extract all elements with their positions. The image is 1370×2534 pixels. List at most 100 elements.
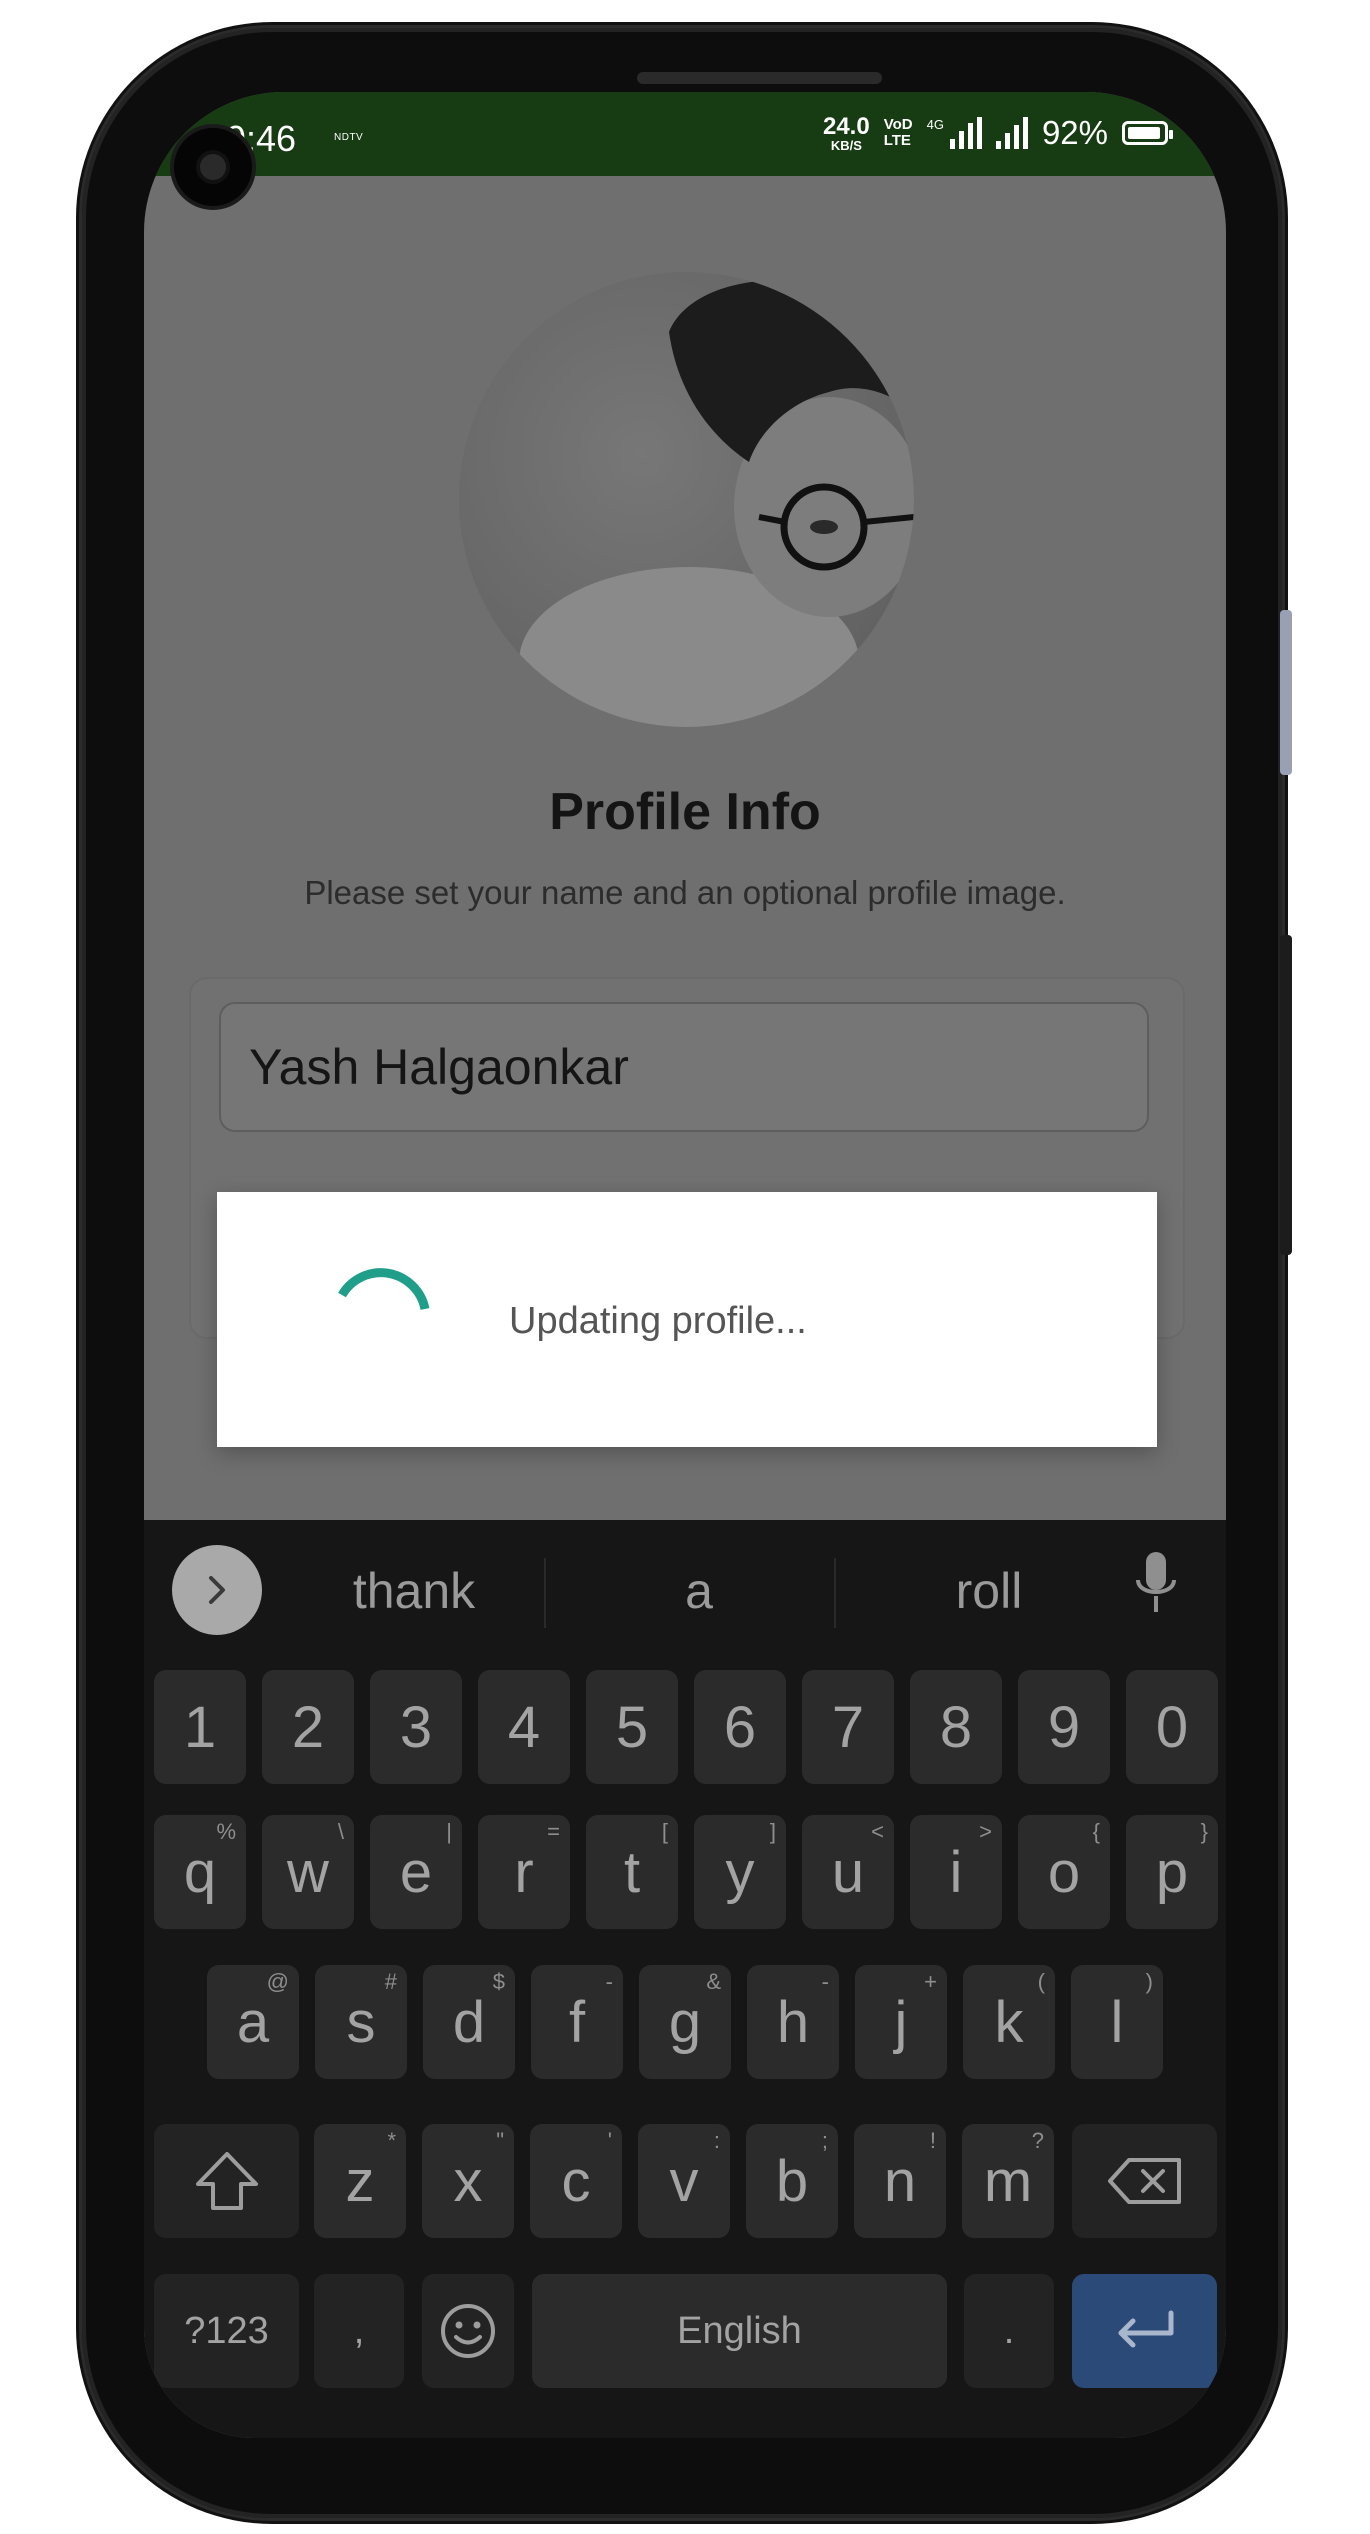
key-u[interactable]: u <: [802, 1815, 894, 1929]
key-label: 4: [507, 1694, 541, 1760]
key-hint: [: [661, 1819, 668, 1844]
key-j[interactable]: j +: [855, 1965, 947, 2079]
key-6[interactable]: 6: [694, 1670, 786, 1784]
key-hint: #: [384, 1969, 397, 1994]
key-label: 1: [183, 1694, 217, 1760]
key-label: i: [949, 1839, 963, 1905]
key-0[interactable]: 0: [1126, 1670, 1218, 1784]
suggestion-2[interactable]: a: [574, 1562, 824, 1620]
key-m[interactable]: m?: [962, 2124, 1054, 2238]
key-t[interactable]: t[: [586, 1815, 678, 1929]
key-x[interactable]: x ": [422, 2124, 514, 2238]
key-hint: =: [547, 1819, 560, 1844]
key-p[interactable]: p}: [1126, 1815, 1218, 1929]
key-n[interactable]: n!: [854, 2124, 946, 2238]
space-key[interactable]: English: [532, 2274, 947, 2388]
symbols-key[interactable]: ?123: [154, 2274, 299, 2388]
backspace-icon: [1107, 2158, 1181, 2204]
key-hint: *: [387, 2128, 396, 2153]
key-label: a: [236, 1989, 270, 2055]
key-hint: ?: [1031, 2128, 1044, 2153]
key-l[interactable]: l): [1071, 1965, 1163, 2079]
key-label: b: [775, 2148, 809, 2214]
key-d[interactable]: d $: [423, 1965, 515, 2079]
key-g[interactable]: g &: [639, 1965, 731, 2079]
shift-key[interactable]: [154, 2124, 299, 2238]
key-label: 3: [399, 1694, 433, 1760]
expand-toolbar-button[interactable]: [172, 1545, 262, 1635]
key-f[interactable]: f-: [531, 1965, 623, 2079]
emoji-key[interactable]: [422, 2274, 514, 2388]
key-4[interactable]: 4: [478, 1670, 570, 1784]
key-q[interactable]: q%: [154, 1815, 246, 1929]
name-input[interactable]: [221, 1004, 1147, 1130]
key-hint: <: [871, 1819, 884, 1844]
key-hint: ': [607, 2128, 612, 2153]
key-label: g: [668, 1989, 702, 2055]
profile-avatar[interactable]: [459, 272, 914, 727]
front-camera: [174, 128, 252, 206]
key-hint: :: [713, 2128, 720, 2153]
key-label: o: [1047, 1839, 1081, 1905]
key-5[interactable]: 5: [586, 1670, 678, 1784]
suggestion-bar: thank a roll: [144, 1520, 1226, 1665]
key-hint: }: [1200, 1819, 1208, 1844]
key-hint: -: [821, 1969, 829, 1994]
enter-key[interactable]: [1072, 2274, 1217, 2388]
key-7[interactable]: 7: [802, 1670, 894, 1784]
key-label: c: [561, 2148, 591, 2214]
key-label: 9: [1047, 1694, 1081, 1760]
volume-button: [1280, 610, 1292, 775]
battery-icon: [1122, 121, 1173, 145]
chevron-right-icon: [209, 1576, 225, 1604]
key-a[interactable]: a @: [207, 1965, 299, 2079]
key-8[interactable]: 8: [910, 1670, 1002, 1784]
net-speed-value: 24.0: [822, 112, 870, 140]
key-9[interactable]: 9: [1018, 1670, 1110, 1784]
key-label: w: [287, 1839, 329, 1905]
shift-icon: [195, 2152, 258, 2210]
key-hint: +: [924, 1969, 937, 1994]
avatar-photo-icon: [519, 280, 914, 727]
page-title: Profile Info: [549, 783, 821, 841]
key-y[interactable]: y]: [694, 1815, 786, 1929]
key-c[interactable]: c ': [530, 2124, 622, 2238]
suggestion-divider: [834, 1558, 836, 1628]
enter-arrow-icon: [1118, 2310, 1173, 2348]
voice-input-button[interactable]: [1134, 1550, 1178, 1625]
signal-icon: [995, 117, 1028, 149]
key-label: x: [453, 2148, 483, 2214]
key-label: d: [452, 1989, 486, 2055]
backspace-key[interactable]: [1072, 2124, 1217, 2238]
key-w[interactable]: w \: [262, 1815, 354, 1929]
name-field[interactable]: [219, 1002, 1149, 1132]
key-k[interactable]: k(: [963, 1965, 1055, 2079]
key-e[interactable]: e |: [370, 1815, 462, 1929]
key-i[interactable]: i >: [910, 1815, 1002, 1929]
key-label: m: [983, 2148, 1033, 2214]
ndtv-notification-icon: NDTV: [334, 132, 364, 143]
dialog-message: Updating profile...: [509, 1300, 807, 1342]
key-3[interactable]: 3: [370, 1670, 462, 1784]
key-hint: ": [496, 2128, 504, 2153]
comma-key[interactable]: ,: [314, 2274, 404, 2388]
key-hint: {: [1092, 1819, 1100, 1844]
suggestion-1[interactable]: thank: [294, 1562, 534, 1620]
key-b[interactable]: b;: [746, 2124, 838, 2238]
key-label: e: [399, 1839, 433, 1905]
key-h[interactable]: h-: [747, 1965, 839, 2079]
key-1[interactable]: 1: [154, 1670, 246, 1784]
volte-bottom: LTE: [883, 132, 911, 149]
key-s[interactable]: s #: [315, 1965, 407, 2079]
suggestion-3[interactable]: roll: [864, 1562, 1114, 1620]
key-label: y: [725, 1839, 755, 1905]
key-v[interactable]: v:: [638, 2124, 730, 2238]
key-hint: $: [492, 1969, 505, 1994]
key-r[interactable]: r =: [478, 1815, 570, 1929]
key-o[interactable]: o{: [1018, 1815, 1110, 1929]
page-subtitle: Please set your name and an optional pro…: [304, 874, 1066, 911]
key-z[interactable]: z *: [314, 2124, 406, 2238]
period-key[interactable]: .: [964, 2274, 1054, 2388]
key-2[interactable]: 2: [262, 1670, 354, 1784]
key-label: j: [894, 1989, 908, 2055]
